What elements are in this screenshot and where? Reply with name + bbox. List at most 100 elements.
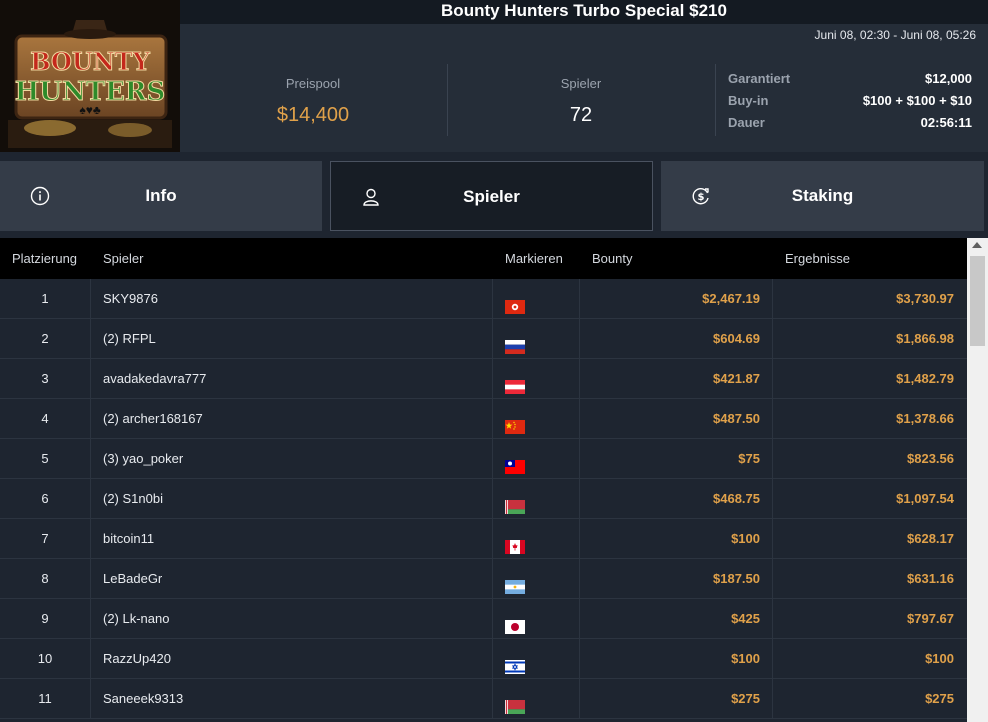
col-place-header[interactable]: Platzierung <box>12 238 77 280</box>
column-divider <box>90 319 91 359</box>
tab-spieler-label: Spieler <box>463 187 520 206</box>
column-divider <box>90 479 91 519</box>
svg-text:♠♥♣: ♠♥♣ <box>79 103 101 117</box>
row-bounty: $487.50 <box>713 411 760 426</box>
row-bounty: $75 <box>738 451 760 466</box>
table-row[interactable]: 11 Saneeek9313 $275 $275 <box>0 679 967 719</box>
row-bounty: $468.75 <box>713 491 760 506</box>
column-divider <box>90 639 91 679</box>
row-place: 6 <box>41 491 49 506</box>
table-row[interactable]: 9 (2) Lk-nano $425 $797.67 <box>0 599 967 639</box>
column-divider <box>579 599 580 639</box>
column-divider <box>772 319 773 359</box>
row-result: $1,482.79 <box>896 371 954 386</box>
prizepool-value: $14,400 <box>276 104 350 126</box>
table-row[interactable]: 7 bitcoin11 $100 $628.17 <box>0 519 967 559</box>
column-divider <box>90 359 91 399</box>
tab-staking[interactable]: $ Staking <box>661 161 984 231</box>
buyin-value: $100 + $100 + $10 <box>862 93 972 108</box>
column-divider <box>492 559 493 599</box>
row-result: $628.17 <box>907 531 954 546</box>
duration-value: 02:56:11 <box>920 115 972 130</box>
row-result: $3,730.97 <box>896 291 954 306</box>
column-divider <box>772 679 773 719</box>
column-divider <box>579 559 580 599</box>
tournament-title: Bounty Hunters Turbo Special $210 <box>441 1 727 20</box>
divider <box>447 64 448 136</box>
table-row[interactable]: 6 (2) S1n0bi $468.75 $1,097.54 <box>0 479 967 519</box>
column-divider <box>492 519 493 559</box>
row-result: $1,097.54 <box>896 491 954 506</box>
column-divider <box>492 319 493 359</box>
row-place: 3 <box>41 371 49 386</box>
column-divider <box>579 399 580 439</box>
row-result: $797.67 <box>907 611 954 626</box>
row-result: $823.56 <box>907 451 954 466</box>
row-place: 4 <box>41 411 49 426</box>
tab-info[interactable]: Info <box>0 161 322 231</box>
column-divider <box>772 359 773 399</box>
row-place: 8 <box>41 571 49 586</box>
table-row[interactable]: 8 LeBadeGr $187.50 $631.16 <box>0 559 967 599</box>
column-divider <box>579 359 580 399</box>
tab-bar: Info Spieler $ Staking <box>0 152 988 238</box>
column-divider <box>579 519 580 559</box>
column-divider <box>579 639 580 679</box>
players-label: Spieler <box>560 76 602 91</box>
row-result: $100 <box>925 651 954 666</box>
table-row[interactable]: 4 (2) archer168167 $487.50 $1,378.66 <box>0 399 967 439</box>
col-bounty-header[interactable]: Bounty <box>592 238 632 280</box>
guaranteed-label: Garantiert <box>728 71 791 86</box>
row-result: $631.16 <box>907 571 954 586</box>
row-player-name: (2) Lk-nano <box>103 611 170 626</box>
column-divider <box>492 599 493 639</box>
row-place: 2 <box>41 331 49 346</box>
tab-spieler[interactable]: Spieler <box>330 161 653 231</box>
col-results-header[interactable]: Ergebnisse <box>785 238 850 280</box>
table-row[interactable]: 1 SKY9876 $2,467.19 $3,730.97 <box>0 279 967 319</box>
row-bounty: $187.50 <box>713 571 760 586</box>
row-player-name: (2) RFPL <box>103 331 156 346</box>
flag-belarus-icon <box>505 690 525 722</box>
column-divider <box>772 559 773 599</box>
row-player-name: bitcoin11 <box>103 531 155 546</box>
row-place: 11 <box>38 691 52 706</box>
column-divider <box>90 599 91 639</box>
column-divider <box>772 599 773 639</box>
scrollbar[interactable] <box>967 238 988 722</box>
row-player-name: (2) S1n0bi <box>103 491 163 506</box>
col-mark-header[interactable]: Markieren <box>505 238 563 280</box>
row-player-name: LeBadeGr <box>103 571 163 586</box>
bounty-hunters-logo: BOUNTY HUNTERS ♠♥♣ <box>0 0 180 152</box>
row-place: 9 <box>41 611 49 626</box>
row-bounty: $100 <box>731 651 760 666</box>
col-player-header[interactable]: Spieler <box>103 238 143 280</box>
column-divider <box>772 519 773 559</box>
table-row[interactable]: 3 avadakedavra777 $421.87 $1,482.79 <box>0 359 967 399</box>
column-divider <box>772 279 773 319</box>
row-place: 1 <box>41 291 49 306</box>
column-divider <box>772 639 773 679</box>
row-result: $1,378.66 <box>896 411 954 426</box>
column-divider <box>492 679 493 719</box>
scroll-up-icon[interactable] <box>972 242 982 248</box>
scrollbar-thumb[interactable] <box>970 256 985 346</box>
prizepool-label: Preispool <box>285 76 341 91</box>
table-row[interactable]: 10 RazzUp420 $100 $100 <box>0 639 967 679</box>
table-row[interactable]: 5 (3) yao_poker $75 $823.56 <box>0 439 967 479</box>
column-divider <box>492 639 493 679</box>
row-player-name: Saneeek9313 <box>103 691 184 706</box>
row-place: 10 <box>37 651 53 666</box>
column-divider <box>492 399 493 439</box>
column-divider <box>579 479 580 519</box>
row-place: 5 <box>41 451 49 466</box>
table-row[interactable]: 2 (2) RFPL $604.69 $1,866.98 <box>0 319 967 359</box>
players-value: 72 <box>569 104 593 126</box>
column-divider <box>492 359 493 399</box>
row-player-name: RazzUp420 <box>103 651 171 666</box>
row-place: 7 <box>41 531 49 546</box>
date-range: Juni 08, 02:30 - Juni 08, 05:26 <box>814 28 976 42</box>
column-divider <box>90 279 91 319</box>
duration-label: Dauer <box>728 115 765 130</box>
prizepool-stat: Preispool $14,400 <box>230 46 396 152</box>
